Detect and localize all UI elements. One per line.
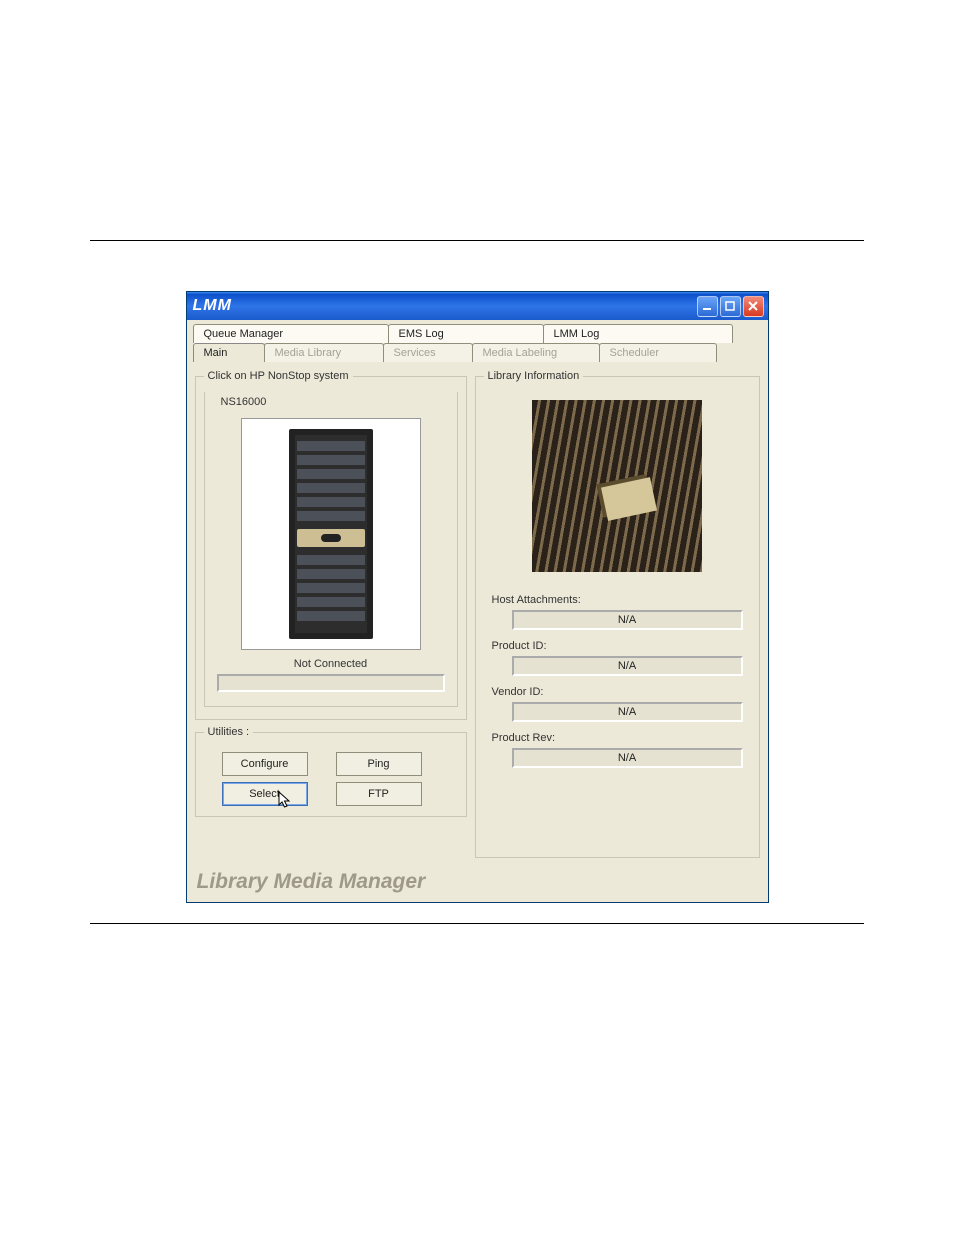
nonstop-system-group: Click on HP NonStop system NS16000 (195, 370, 467, 720)
system-label: NS16000 (217, 396, 271, 408)
window-buttons (697, 296, 764, 317)
page-divider-bottom (90, 923, 864, 924)
product-rev-value: N/A (512, 748, 743, 768)
tab-row-secondary: Queue Manager EMS Log LMM Log (187, 320, 768, 343)
group-title: Library Information (484, 370, 584, 382)
close-button[interactable] (743, 296, 764, 317)
tab-label: Services (394, 347, 436, 359)
host-attachments-label: Host Attachments: (492, 594, 751, 606)
host-attachments-value: N/A (512, 610, 743, 630)
tab-label: EMS Log (399, 328, 444, 340)
tab-label: Main (204, 347, 228, 359)
cursor-icon (278, 791, 292, 809)
ping-button[interactable]: Ping (336, 752, 422, 776)
connection-status-field (217, 674, 445, 692)
tab-label: Media Library (275, 347, 342, 359)
client-area: Queue Manager EMS Log LMM Log Main Media… (187, 320, 768, 902)
system-image[interactable] (241, 418, 421, 650)
vendor-id-value: N/A (512, 702, 743, 722)
maximize-button[interactable] (720, 296, 741, 317)
connection-status-group: Not Connected (211, 656, 451, 700)
tab-lmm-log[interactable]: LMM Log (543, 324, 733, 343)
product-id-value: N/A (512, 656, 743, 676)
app-window: LMM Queue Manager EMS Log LMM Log (186, 291, 769, 903)
window-title: LMM (193, 297, 697, 315)
tab-main[interactable]: Main (193, 343, 265, 362)
tab-label: LMM Log (554, 328, 600, 340)
utilities-group: Utilities : Configure Ping Select FTP (195, 726, 467, 817)
tab-row-primary: Main Media Library Services Media Labeli… (187, 343, 768, 362)
tab-scheduler[interactable]: Scheduler (599, 343, 717, 362)
left-column: Click on HP NonStop system NS16000 (195, 370, 467, 817)
main-content: Click on HP NonStop system NS16000 (187, 362, 768, 866)
connection-status-label: Not Connected (217, 658, 445, 670)
library-info-group: Library Information Host Attachments: N/… (475, 370, 760, 858)
minimize-button[interactable] (697, 296, 718, 317)
tab-label: Scheduler (610, 347, 660, 359)
tab-ems-log[interactable]: EMS Log (388, 324, 544, 343)
tab-media-library[interactable]: Media Library (264, 343, 384, 362)
vendor-id-label: Vendor ID: (492, 686, 751, 698)
server-rack-icon (289, 429, 373, 639)
library-image (532, 400, 702, 572)
tab-services[interactable]: Services (383, 343, 473, 362)
group-title: Click on HP NonStop system (204, 370, 353, 382)
titlebar[interactable]: LMM (187, 292, 768, 320)
product-id-label: Product ID: (492, 640, 751, 652)
tab-label: Media Labeling (483, 347, 558, 359)
tab-label: Queue Manager (204, 328, 284, 340)
configure-button[interactable]: Configure (222, 752, 308, 776)
select-button[interactable]: Select (222, 782, 308, 806)
page-divider-top (90, 240, 864, 241)
product-rev-label: Product Rev: (492, 732, 751, 744)
footer-brand: Library Media Manager (187, 866, 768, 902)
utilities-title: Utilities : (204, 726, 254, 738)
ftp-button[interactable]: FTP (336, 782, 422, 806)
tab-queue-manager[interactable]: Queue Manager (193, 324, 389, 343)
tab-media-labeling[interactable]: Media Labeling (472, 343, 600, 362)
right-column: Library Information Host Attachments: N/… (475, 370, 760, 858)
